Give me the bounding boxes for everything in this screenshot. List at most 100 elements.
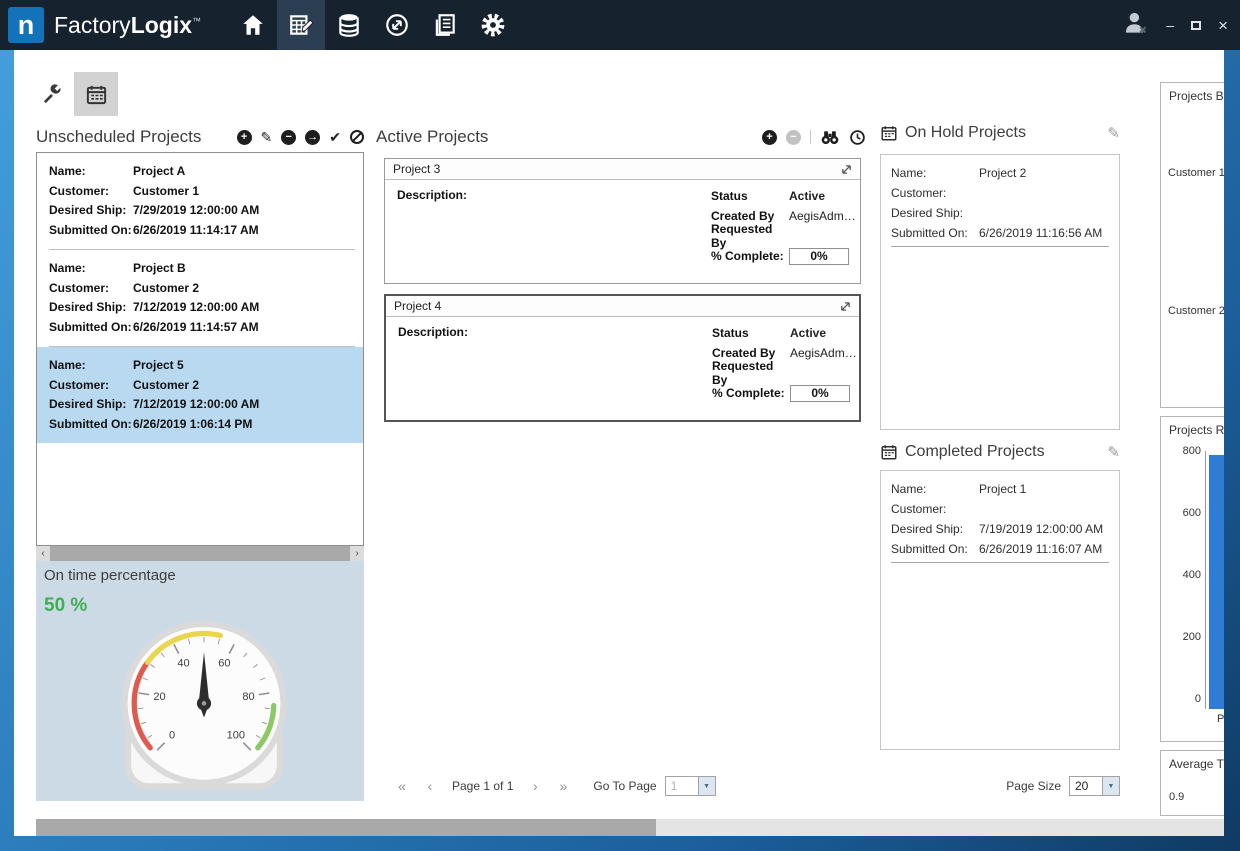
desired-ship-label: Desired Ship: — [891, 522, 979, 536]
brand-trademark: ™ — [192, 16, 201, 26]
close-button[interactable]: × — [1218, 17, 1228, 34]
desired-ship-label: Desired Ship: — [891, 206, 979, 220]
add-project-button[interactable]: + — [237, 130, 252, 145]
scroll-thumb[interactable] — [50, 546, 350, 561]
name-value: Project B — [133, 261, 186, 275]
expand-card-button[interactable] — [840, 301, 851, 312]
schedule-project-button[interactable]: → — [305, 130, 320, 145]
name-value: Project 1 — [979, 482, 1026, 496]
first-page-button[interactable]: « — [392, 778, 412, 794]
history-button[interactable] — [849, 129, 866, 146]
binoculars-icon — [820, 130, 840, 145]
next-page-button[interactable]: › — [525, 778, 545, 794]
find-projects-button[interactable] — [820, 130, 840, 145]
status-value: Active — [790, 326, 826, 340]
goto-page-select[interactable]: 1 ▼ — [665, 776, 716, 796]
desired-ship-label: Desired Ship: — [49, 298, 133, 318]
created-by-label: Created By — [711, 209, 789, 223]
add-active-project-button[interactable]: + — [762, 130, 777, 145]
nav-reports-button[interactable] — [421, 0, 469, 50]
active-project-card[interactable]: Project 3 Description: StatusActive Crea… — [384, 158, 861, 284]
calendar-icon — [880, 124, 898, 142]
edit-onhold-button[interactable]: ✎ — [1107, 126, 1120, 141]
unscheduled-header: Unscheduled Projects + ✎ − → ✔ — [36, 124, 364, 150]
submitted-on-label: Submitted On: — [49, 318, 133, 338]
active-projects-header: Active Projects + − — [376, 124, 866, 150]
edit-completed-button[interactable]: ✎ — [1107, 445, 1120, 460]
minimize-button[interactable]: – — [1166, 18, 1174, 32]
percent-complete-value: 0% — [789, 248, 849, 265]
completed-project-card[interactable]: Name:Project 1 Customer: Desired Ship:7/… — [880, 470, 1120, 750]
created-by-value: AegisAdm… — [790, 346, 857, 360]
active-projects-title: Active Projects — [376, 127, 488, 147]
goto-page-label: Go To Page — [593, 779, 656, 793]
home-icon — [240, 12, 266, 38]
decline-project-button[interactable] — [350, 130, 364, 144]
created-by-value: AegisAdm… — [789, 209, 856, 223]
tabstrip — [30, 72, 118, 116]
accept-project-button[interactable]: ✔ — [329, 130, 341, 144]
unscheduled-project-list: Name:Project A Customer:Customer 1 Desir… — [36, 152, 364, 546]
project-list-item[interactable]: Name:Project A Customer:Customer 1 Desir… — [37, 153, 363, 249]
horizontal-scrollbar[interactable] — [36, 819, 1224, 836]
active-project-card-selected[interactable]: Project 4 Description: StatusActive Crea… — [384, 294, 861, 422]
nav-materials-button[interactable] — [325, 0, 373, 50]
card-header: Project 3 — [385, 159, 860, 180]
card-header: Project 4 — [386, 296, 859, 317]
unscheduled-h-scrollbar[interactable]: ‹ › — [36, 546, 364, 561]
nav-home-button[interactable] — [229, 0, 277, 50]
project-list-item-selected[interactable]: Name:Project 5 Customer:Customer 2 Desir… — [37, 347, 363, 443]
card-meta: StatusActive Created ByAegisAdm… Request… — [712, 323, 858, 403]
submitted-on-value: 6/26/2019 11:14:17 AM — [133, 223, 259, 237]
maximize-button[interactable] — [1191, 18, 1201, 32]
expand-card-button[interactable] — [841, 164, 852, 175]
completed-header: Completed Projects ✎ — [880, 443, 1120, 461]
nav-planning-button[interactable] — [277, 0, 325, 50]
goto-page-value: 1 — [666, 777, 698, 795]
remove-active-project-button[interactable]: − — [786, 130, 801, 145]
chart-category-label: Customer 1 — [1168, 167, 1224, 179]
status-value: Active — [789, 189, 825, 203]
expand-icon — [841, 164, 852, 175]
brand-secondary: Logix — [131, 12, 192, 38]
app-logo: n — [8, 7, 44, 43]
last-page-button[interactable]: » — [553, 778, 573, 794]
chart-bar — [1209, 455, 1224, 709]
scroll-left-arrow[interactable]: ‹ — [36, 548, 50, 559]
remove-project-button[interactable]: − — [281, 130, 296, 145]
unscheduled-title: Unscheduled Projects — [36, 127, 201, 147]
gauge-title: On time percentage — [44, 567, 176, 584]
project-list-item[interactable]: Name:Project B Customer:Customer 2 Desir… — [37, 250, 363, 346]
pagination-bar: « ‹ Page 1 of 1 › » Go To Page 1 ▼ Page … — [392, 774, 1120, 798]
onhold-project-card[interactable]: Name:Project 2 Customer: Desired Ship: S… — [880, 154, 1120, 430]
prev-page-button[interactable]: ‹ — [420, 778, 440, 794]
name-label: Name: — [49, 259, 133, 279]
name-value: Project 5 — [133, 358, 184, 372]
scroll-right-arrow[interactable]: › — [350, 548, 364, 559]
tab-scheduling[interactable] — [74, 72, 118, 116]
list-separator — [891, 562, 1109, 563]
submitted-on-label: Submitted On: — [49, 221, 133, 241]
projects-by-customer-panel: Projects B Customer 1 Customer 2 — [1160, 82, 1224, 408]
expand-icon — [840, 301, 851, 312]
dropdown-arrow-icon: ▼ — [698, 777, 715, 795]
nav-dispatch-button[interactable] — [373, 0, 421, 50]
titlebar-right: – × — [1122, 0, 1228, 50]
on-time-gauge-panel: On time percentage 50 % 020406080100 — [36, 561, 364, 801]
page-size-label: Page Size — [1006, 779, 1061, 793]
clock-icon — [849, 129, 866, 146]
page-size-select[interactable]: 20 ▼ — [1069, 776, 1120, 796]
brand-primary: Factory — [54, 12, 131, 38]
edit-project-button[interactable]: ✎ — [261, 130, 273, 144]
projects-released-panel: Projects R 800 600 400 200 0 P — [1160, 416, 1224, 742]
user-signout-button[interactable] — [1122, 9, 1149, 41]
nav-settings-button[interactable] — [469, 0, 517, 50]
scrollbar-thumb[interactable] — [36, 819, 656, 836]
name-label: Name: — [891, 482, 979, 496]
onhold-header: On Hold Projects ✎ — [880, 124, 1120, 142]
tab-tools[interactable] — [30, 72, 74, 116]
card-body: Description: StatusActive Created ByAegi… — [385, 180, 860, 280]
name-value: Project A — [133, 164, 185, 178]
description-label: Description: — [398, 325, 468, 339]
customer-label: Customer: — [891, 186, 979, 200]
